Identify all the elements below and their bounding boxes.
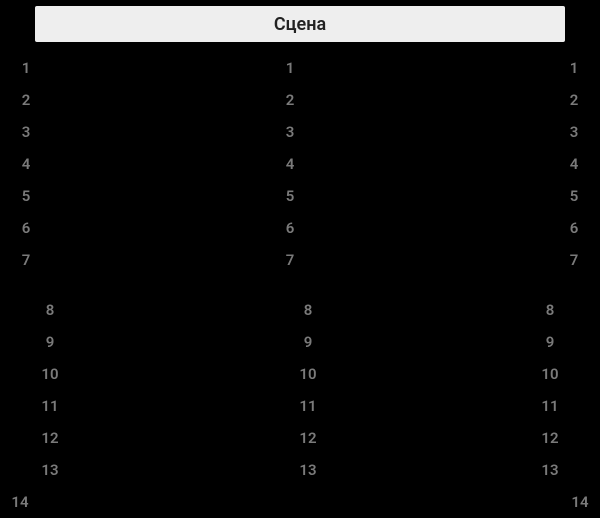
row-number-left: 7 <box>6 251 46 269</box>
seat-rows: 1112223334445556667778889991010101111111… <box>0 52 600 518</box>
row-number-left: 3 <box>6 123 46 141</box>
row: 6 6 6 <box>0 212 600 244</box>
row: 10 10 10 <box>0 358 600 390</box>
row-number-center: 12 <box>288 429 328 447</box>
row-number-right: 7 <box>554 251 594 269</box>
row-number-right: 5 <box>554 187 594 205</box>
row: 12 12 12 <box>0 422 600 454</box>
row-number-center: 9 <box>288 333 328 351</box>
stage-label: Сцена <box>35 6 565 42</box>
row-number-center: 10 <box>288 365 328 383</box>
row-number-left: 9 <box>30 333 70 351</box>
row-number-left: 2 <box>6 91 46 109</box>
row: 4 4 4 <box>0 148 600 180</box>
row-number-right: 6 <box>554 219 594 237</box>
row-number-center: 13 <box>288 461 328 479</box>
row-number-right: 11 <box>530 397 570 415</box>
row-number-right: 12 <box>530 429 570 447</box>
row: 5 5 5 <box>0 180 600 212</box>
row-number-left: 13 <box>30 461 70 479</box>
row: 13 13 13 <box>0 454 600 486</box>
row-number-left: 14 <box>0 493 40 511</box>
row-number-left: 6 <box>6 219 46 237</box>
row-number-right: 8 <box>530 301 570 319</box>
row-number-center: 7 <box>270 251 310 269</box>
row: 2 2 2 <box>0 84 600 116</box>
row-number-center: 4 <box>270 155 310 173</box>
row-number-center: 2 <box>270 91 310 109</box>
row: 8 8 8 <box>0 294 600 326</box>
row-number-center: 5 <box>270 187 310 205</box>
row-number-right: 13 <box>530 461 570 479</box>
row-number-right: 9 <box>530 333 570 351</box>
row-number-center: 8 <box>288 301 328 319</box>
row-number-center: 6 <box>270 219 310 237</box>
row-number-left: 1 <box>6 59 46 77</box>
row-number-center: 3 <box>270 123 310 141</box>
row: 3 3 3 <box>0 116 600 148</box>
row-number-right: 2 <box>554 91 594 109</box>
row-number-right: 3 <box>554 123 594 141</box>
row: 1 1 1 <box>0 52 600 84</box>
row-number-right: 10 <box>530 365 570 383</box>
row-number-left: 5 <box>6 187 46 205</box>
row-number-left: 10 <box>30 365 70 383</box>
row-number-left: 11 <box>30 397 70 415</box>
row: 7 7 7 <box>0 244 600 276</box>
row-number-right: 14 <box>560 493 600 511</box>
row-number-left: 12 <box>30 429 70 447</box>
row: 11 11 11 <box>0 390 600 422</box>
row: 14 14 <box>0 486 600 518</box>
row-number-left: 8 <box>30 301 70 319</box>
aisle-gap <box>0 276 600 294</box>
row: 9 9 9 <box>0 326 600 358</box>
row-number-left: 4 <box>6 155 46 173</box>
row-number-right: 4 <box>554 155 594 173</box>
row-number-center: 1 <box>270 59 310 77</box>
row-number-center: 11 <box>288 397 328 415</box>
row-number-right: 1 <box>554 59 594 77</box>
